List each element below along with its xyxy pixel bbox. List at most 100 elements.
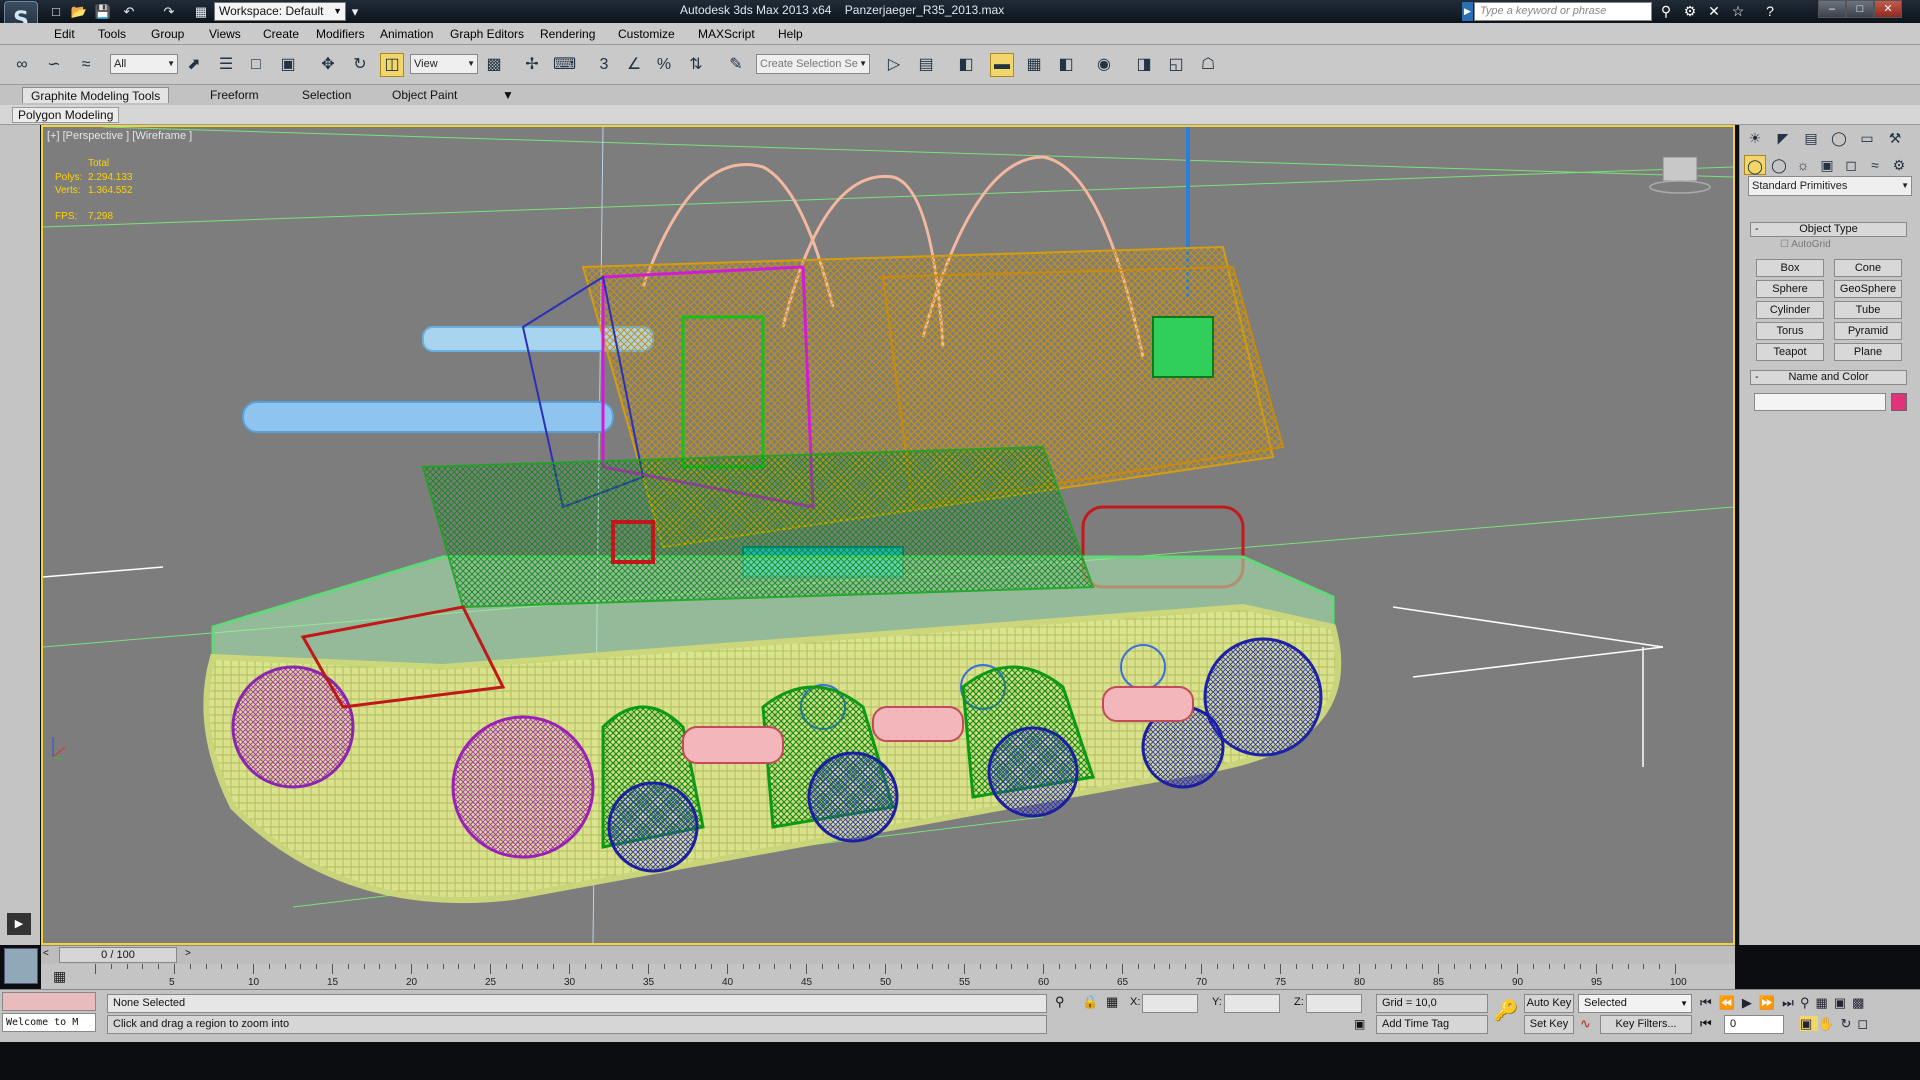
tab-graphite-modeling-tools[interactable]: Graphite Modeling Tools — [22, 87, 170, 103]
auto-key-button[interactable]: Auto Key — [1524, 994, 1574, 1013]
favorites-star-icon[interactable]: ☆ — [1728, 2, 1748, 21]
menu-graph-editors[interactable]: Graph Editors — [450, 27, 524, 41]
save-file-icon[interactable]: 💾 — [94, 3, 112, 20]
space-warps-icon[interactable]: ≈ — [1864, 155, 1886, 175]
rectangular-selection-icon[interactable]: □ — [244, 53, 268, 77]
rendered-frame-window-icon[interactable]: ◱ — [1164, 53, 1188, 77]
menu-animation[interactable]: Animation — [380, 27, 433, 41]
schematic-view-icon[interactable]: ◧ — [1054, 53, 1078, 77]
select-by-name-icon[interactable]: ☰ — [214, 53, 238, 77]
snaps-toggle-icon[interactable]: 3 — [592, 53, 616, 77]
viewport-label[interactable]: [+] [Perspective ] [Wireframe ] — [47, 130, 192, 142]
cylinder-button[interactable]: Cylinder — [1756, 301, 1824, 319]
key-mode-toggle-icon[interactable]: ⏮ — [1700, 1016, 1712, 1032]
select-object-icon[interactable]: ⬈ — [182, 53, 206, 77]
angle-snap-icon[interactable]: ∠ — [622, 53, 646, 77]
x-coordinate-input[interactable] — [1142, 994, 1198, 1013]
geometry-icon[interactable]: ◯ — [1744, 155, 1766, 175]
select-and-scale-icon[interactable]: ◫ — [380, 53, 404, 77]
percent-snap-icon[interactable]: % — [652, 53, 676, 77]
tab-selection[interactable]: Selection — [294, 87, 359, 103]
maxscript-input[interactable]: Welcome to M — [2, 1013, 96, 1032]
tube-button[interactable]: Tube — [1834, 301, 1902, 319]
menu-views[interactable]: Views — [209, 27, 241, 41]
cameras-icon[interactable]: ▣ — [1816, 155, 1838, 175]
add-time-tag-button[interactable]: Add Time Tag — [1376, 1015, 1488, 1034]
z-coordinate-input[interactable] — [1306, 994, 1362, 1013]
display-tab-icon[interactable]: ▭ — [1856, 128, 1878, 148]
menu-help[interactable]: Help — [778, 27, 803, 41]
spinner-snap-icon[interactable]: ⇅ — [684, 53, 708, 77]
y-coordinate-input[interactable] — [1224, 994, 1280, 1013]
reference-coordinate-dropdown[interactable]: View ▼ — [410, 54, 478, 74]
mini-curve-editor-icon[interactable] — [4, 948, 38, 984]
current-frame-input[interactable]: 0 — [1724, 1015, 1784, 1034]
material-editor-icon[interactable]: ◉ — [1092, 53, 1116, 77]
go-to-end-icon[interactable]: ⏭ — [1782, 995, 1801, 1010]
motion-tab-icon[interactable]: ◯ — [1828, 128, 1850, 148]
modify-tab-icon[interactable]: ◤ — [1772, 128, 1794, 148]
time-slider-next-icon[interactable]: > — [185, 948, 191, 959]
exchange-icon[interactable]: ✕ — [1704, 2, 1724, 21]
zoom-extents-all-icon[interactable]: ▩ — [1852, 995, 1870, 1010]
object-type-rollout[interactable]: - Object Type — [1750, 222, 1907, 237]
sphere-button[interactable]: Sphere — [1756, 280, 1824, 298]
bind-space-warp-icon[interactable]: ≈ — [74, 53, 98, 77]
key-filters-button[interactable]: Key Filters... — [1600, 1015, 1692, 1034]
expand-ribbon-icon[interactable]: ▶ — [7, 913, 31, 935]
pivot-center-icon[interactable]: ▩ — [482, 53, 506, 77]
menu-edit[interactable]: Edit — [54, 27, 75, 41]
pan-icon[interactable]: ✋ — [1818, 1016, 1840, 1031]
set-key-mode-icon[interactable]: ∿ — [1580, 1016, 1591, 1032]
open-mini-curve-editor-icon[interactable]: ▦ — [53, 968, 66, 985]
primitive-category-dropdown[interactable]: Standard Primitives ▼ — [1748, 176, 1912, 196]
menu-group[interactable]: Group — [151, 27, 184, 41]
help-icon[interactable]: ? — [1760, 2, 1780, 21]
time-slider-prev-icon[interactable]: < — [43, 948, 49, 959]
select-and-link-icon[interactable]: ∞ — [10, 53, 34, 77]
zoom-region-icon[interactable]: ▣ — [1800, 1016, 1819, 1031]
geosphere-button[interactable]: GeoSphere — [1834, 280, 1902, 298]
menu-create[interactable]: Create — [263, 27, 299, 41]
infocenter-search-input[interactable]: Type a keyword or phrase — [1474, 2, 1652, 21]
orbit-icon[interactable]: ↻ — [1840, 1016, 1857, 1031]
customize-quick-access-icon[interactable]: ▾ — [346, 3, 364, 20]
menu-tools[interactable]: Tools — [98, 27, 126, 41]
new-file-icon[interactable]: □ — [47, 3, 65, 20]
maximize-viewport-icon[interactable]: ◻ — [1857, 1016, 1874, 1031]
manipulate-icon[interactable]: ✢ — [520, 53, 544, 77]
object-name-input[interactable] — [1754, 393, 1886, 411]
named-selection-sets-dropdown[interactable]: Create Selection Se ▼ — [756, 54, 870, 74]
key-icon[interactable]: ⚙ — [1680, 2, 1700, 21]
name-and-color-rollout[interactable]: - Name and Color — [1750, 370, 1907, 385]
teapot-button[interactable]: Teapot — [1756, 343, 1824, 361]
mirror-icon[interactable]: ▷ — [882, 53, 906, 77]
ribbon-options-icon[interactable]: ▼ — [494, 87, 522, 103]
shapes-icon[interactable]: ◯ — [1768, 155, 1790, 175]
menu-customize[interactable]: Customize — [618, 27, 675, 41]
lights-icon[interactable]: ☼ — [1792, 155, 1814, 175]
absolute-mode-icon[interactable]: ▦ — [1106, 994, 1118, 1010]
tab-object-paint[interactable]: Object Paint — [384, 87, 465, 103]
torus-button[interactable]: Torus — [1756, 322, 1824, 340]
selection-lock-icon[interactable]: 🔒 — [1082, 994, 1098, 1010]
tab-freeform[interactable]: Freeform — [202, 87, 267, 103]
render-setup-icon[interactable]: ◨ — [1132, 53, 1156, 77]
maximize-button[interactable]: □ — [1846, 0, 1874, 18]
systems-icon[interactable]: ⚙ — [1888, 155, 1910, 175]
zoom-icon[interactable]: ⚲ — [1800, 995, 1816, 1010]
menu-maxscript[interactable]: MAXScript — [698, 27, 755, 41]
object-color-swatch[interactable] — [1891, 393, 1907, 411]
layer-manager-icon[interactable]: ◧ — [954, 53, 978, 77]
keyboard-shortcut-override-icon[interactable]: ⌨ — [552, 53, 576, 77]
time-slider-thumb[interactable]: 0 / 100 — [59, 947, 177, 963]
time-tag-icon[interactable]: ▣ — [1354, 1017, 1365, 1031]
binoculars-icon[interactable]: ⚲ — [1656, 2, 1676, 21]
pyramid-button[interactable]: Pyramid — [1834, 322, 1902, 340]
align-icon[interactable]: ▤ — [914, 53, 938, 77]
zoom-all-icon[interactable]: ▦ — [1816, 995, 1834, 1010]
selection-filter-dropdown[interactable]: All ▼ — [110, 54, 178, 74]
edit-named-selection-icon[interactable]: ✎ — [724, 53, 748, 77]
next-frame-icon[interactable]: ⏩ — [1759, 995, 1782, 1010]
project-folder-icon[interactable]: ▦ — [192, 3, 210, 20]
